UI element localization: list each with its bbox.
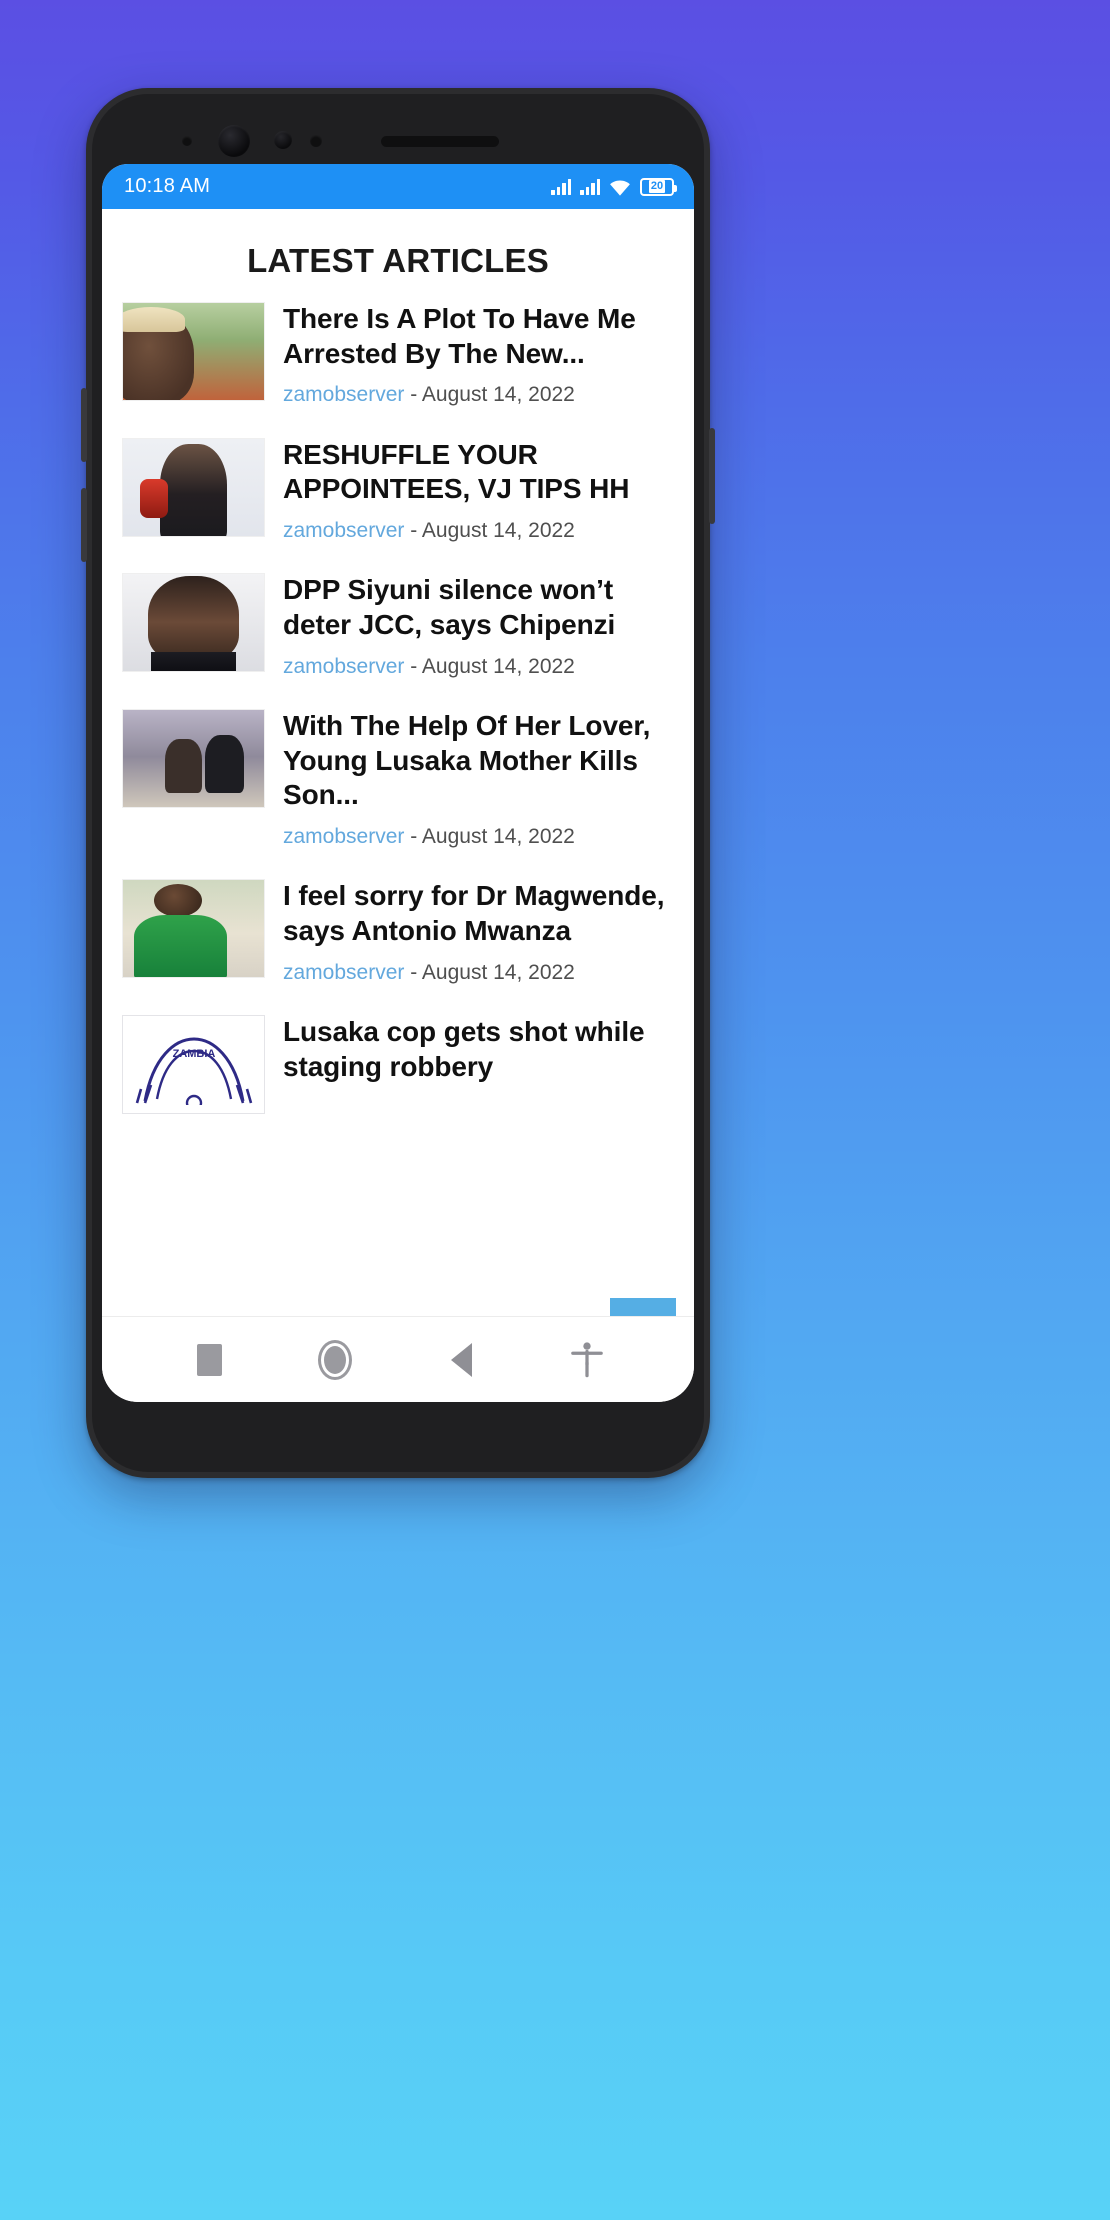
article-list-item[interactable]: RESHUFFLE YOUR APPOINTEES, VJ TIPS HH za… <box>102 437 694 544</box>
wifi-icon <box>609 178 631 196</box>
article-title[interactable]: RESHUFFLE YOUR APPOINTEES, VJ TIPS HH <box>283 438 672 507</box>
page-title: LATEST ARTICLES <box>247 242 549 279</box>
article-thumbnail-two-people-seated[interactable] <box>122 708 265 808</box>
article-date: August 14, 2022 <box>421 654 575 678</box>
article-body: RESHUFFLE YOUR APPOINTEES, VJ TIPS HH za… <box>283 438 672 544</box>
battery-icon: 20 <box>640 177 677 196</box>
article-list[interactable]: There Is A Plot To Have Me Arrested By T… <box>102 302 694 1357</box>
nav-recents-button[interactable] <box>174 1325 244 1395</box>
article-author-link[interactable]: zamobserver <box>283 655 404 678</box>
article-author-link[interactable]: zamobserver <box>283 383 404 406</box>
article-title[interactable]: With The Help Of Her Lover, Young Lusaka… <box>283 709 672 813</box>
article-list-item[interactable]: ZAMBIA Lusaka cop gets shot while stagin… <box>102 1014 694 1114</box>
article-meta: zamobserver - August 14, 2022 <box>283 960 672 985</box>
front-camera-icon <box>218 125 250 157</box>
phone-screen: 10:18 AM 20 LATEST ARTICLES There Is A P… <box>102 164 694 1402</box>
article-list-item[interactable]: There Is A Plot To Have Me Arrested By T… <box>102 302 694 408</box>
article-date: August 14, 2022 <box>421 825 575 849</box>
article-meta: zamobserver - August 14, 2022 <box>283 382 672 407</box>
article-date: August 14, 2022 <box>421 383 575 407</box>
status-bar-icons: 20 <box>551 177 677 196</box>
accessibility-icon <box>571 1341 603 1377</box>
power-button[interactable] <box>709 428 715 524</box>
article-thumbnail-man-in-green-jacket[interactable] <box>122 879 265 979</box>
triangle-back-icon <box>450 1342 472 1377</box>
article-meta: zamobserver - August 14, 2022 <box>283 654 672 679</box>
circle-home-icon <box>318 1339 352 1380</box>
article-author-link[interactable]: zamobserver <box>283 825 404 848</box>
article-title[interactable]: Lusaka cop gets shot while staging robbe… <box>283 1015 672 1084</box>
article-author-link[interactable]: zamobserver <box>283 519 404 542</box>
article-body: DPP Siyuni silence won’t deter JCC, says… <box>283 573 672 679</box>
cellular-signal-icon-1 <box>551 178 571 195</box>
article-title[interactable]: I feel sorry for Dr Magwende, says Anton… <box>283 879 672 948</box>
zambia-crest-icon: ZAMBIA <box>135 1037 252 1106</box>
article-body: There Is A Plot To Have Me Arrested By T… <box>283 302 672 408</box>
nav-back-button[interactable] <box>426 1325 496 1395</box>
light-sensor-icon <box>310 135 322 147</box>
earpiece-speaker-icon <box>381 136 499 147</box>
article-thumbnail-woman-with-glasses[interactable] <box>122 573 265 673</box>
article-meta-separator: - <box>404 654 422 678</box>
article-date: August 14, 2022 <box>421 960 575 984</box>
article-list-item[interactable]: With The Help Of Her Lover, Young Lusaka… <box>102 708 694 849</box>
article-list-item[interactable]: DPP Siyuni silence won’t deter JCC, says… <box>102 573 694 679</box>
article-body: I feel sorry for Dr Magwende, says Anton… <box>283 879 672 985</box>
article-meta-separator: - <box>404 825 422 849</box>
android-navigation-bar <box>102 1316 694 1402</box>
secondary-camera-icon <box>274 131 292 149</box>
article-meta: zamobserver - August 14, 2022 <box>283 518 672 543</box>
article-meta-separator: - <box>404 383 422 407</box>
article-list-item[interactable]: I feel sorry for Dr Magwende, says Anton… <box>102 879 694 985</box>
battery-level-text: 20 <box>648 180 666 193</box>
nav-accessibility-button[interactable] <box>552 1325 622 1395</box>
article-thumbnail-man-in-hat[interactable] <box>122 302 265 401</box>
volume-up-button[interactable] <box>81 388 87 462</box>
phone-frame: 10:18 AM 20 LATEST ARTICLES There Is A P… <box>81 88 715 1478</box>
article-date: August 14, 2022 <box>421 519 575 543</box>
article-meta-separator: - <box>404 519 422 543</box>
article-author-link[interactable]: zamobserver <box>283 961 404 984</box>
article-title[interactable]: There Is A Plot To Have Me Arrested By T… <box>283 302 672 371</box>
article-thumbnail-man-at-microphone[interactable] <box>122 437 265 537</box>
svg-text:ZAMBIA: ZAMBIA <box>172 1048 215 1060</box>
volume-down-button[interactable] <box>81 488 87 562</box>
cellular-signal-icon-2 <box>580 178 600 195</box>
article-thumbnail-zambia-crest[interactable]: ZAMBIA <box>122 1014 265 1114</box>
nav-home-button[interactable] <box>300 1325 370 1395</box>
phone-sensor-row <box>86 122 710 162</box>
square-recents-icon <box>196 1343 222 1376</box>
article-body: Lusaka cop gets shot while staging robbe… <box>283 1015 672 1114</box>
status-bar-clock: 10:18 AM <box>124 175 211 197</box>
article-title[interactable]: DPP Siyuni silence won’t deter JCC, says… <box>283 573 672 642</box>
article-meta: zamobserver - August 14, 2022 <box>283 824 672 849</box>
article-meta-separator: - <box>404 960 422 984</box>
proximity-sensor-icon <box>182 136 192 146</box>
status-bar: 10:18 AM 20 <box>102 164 694 209</box>
article-body: With The Help Of Her Lover, Young Lusaka… <box>283 709 672 849</box>
